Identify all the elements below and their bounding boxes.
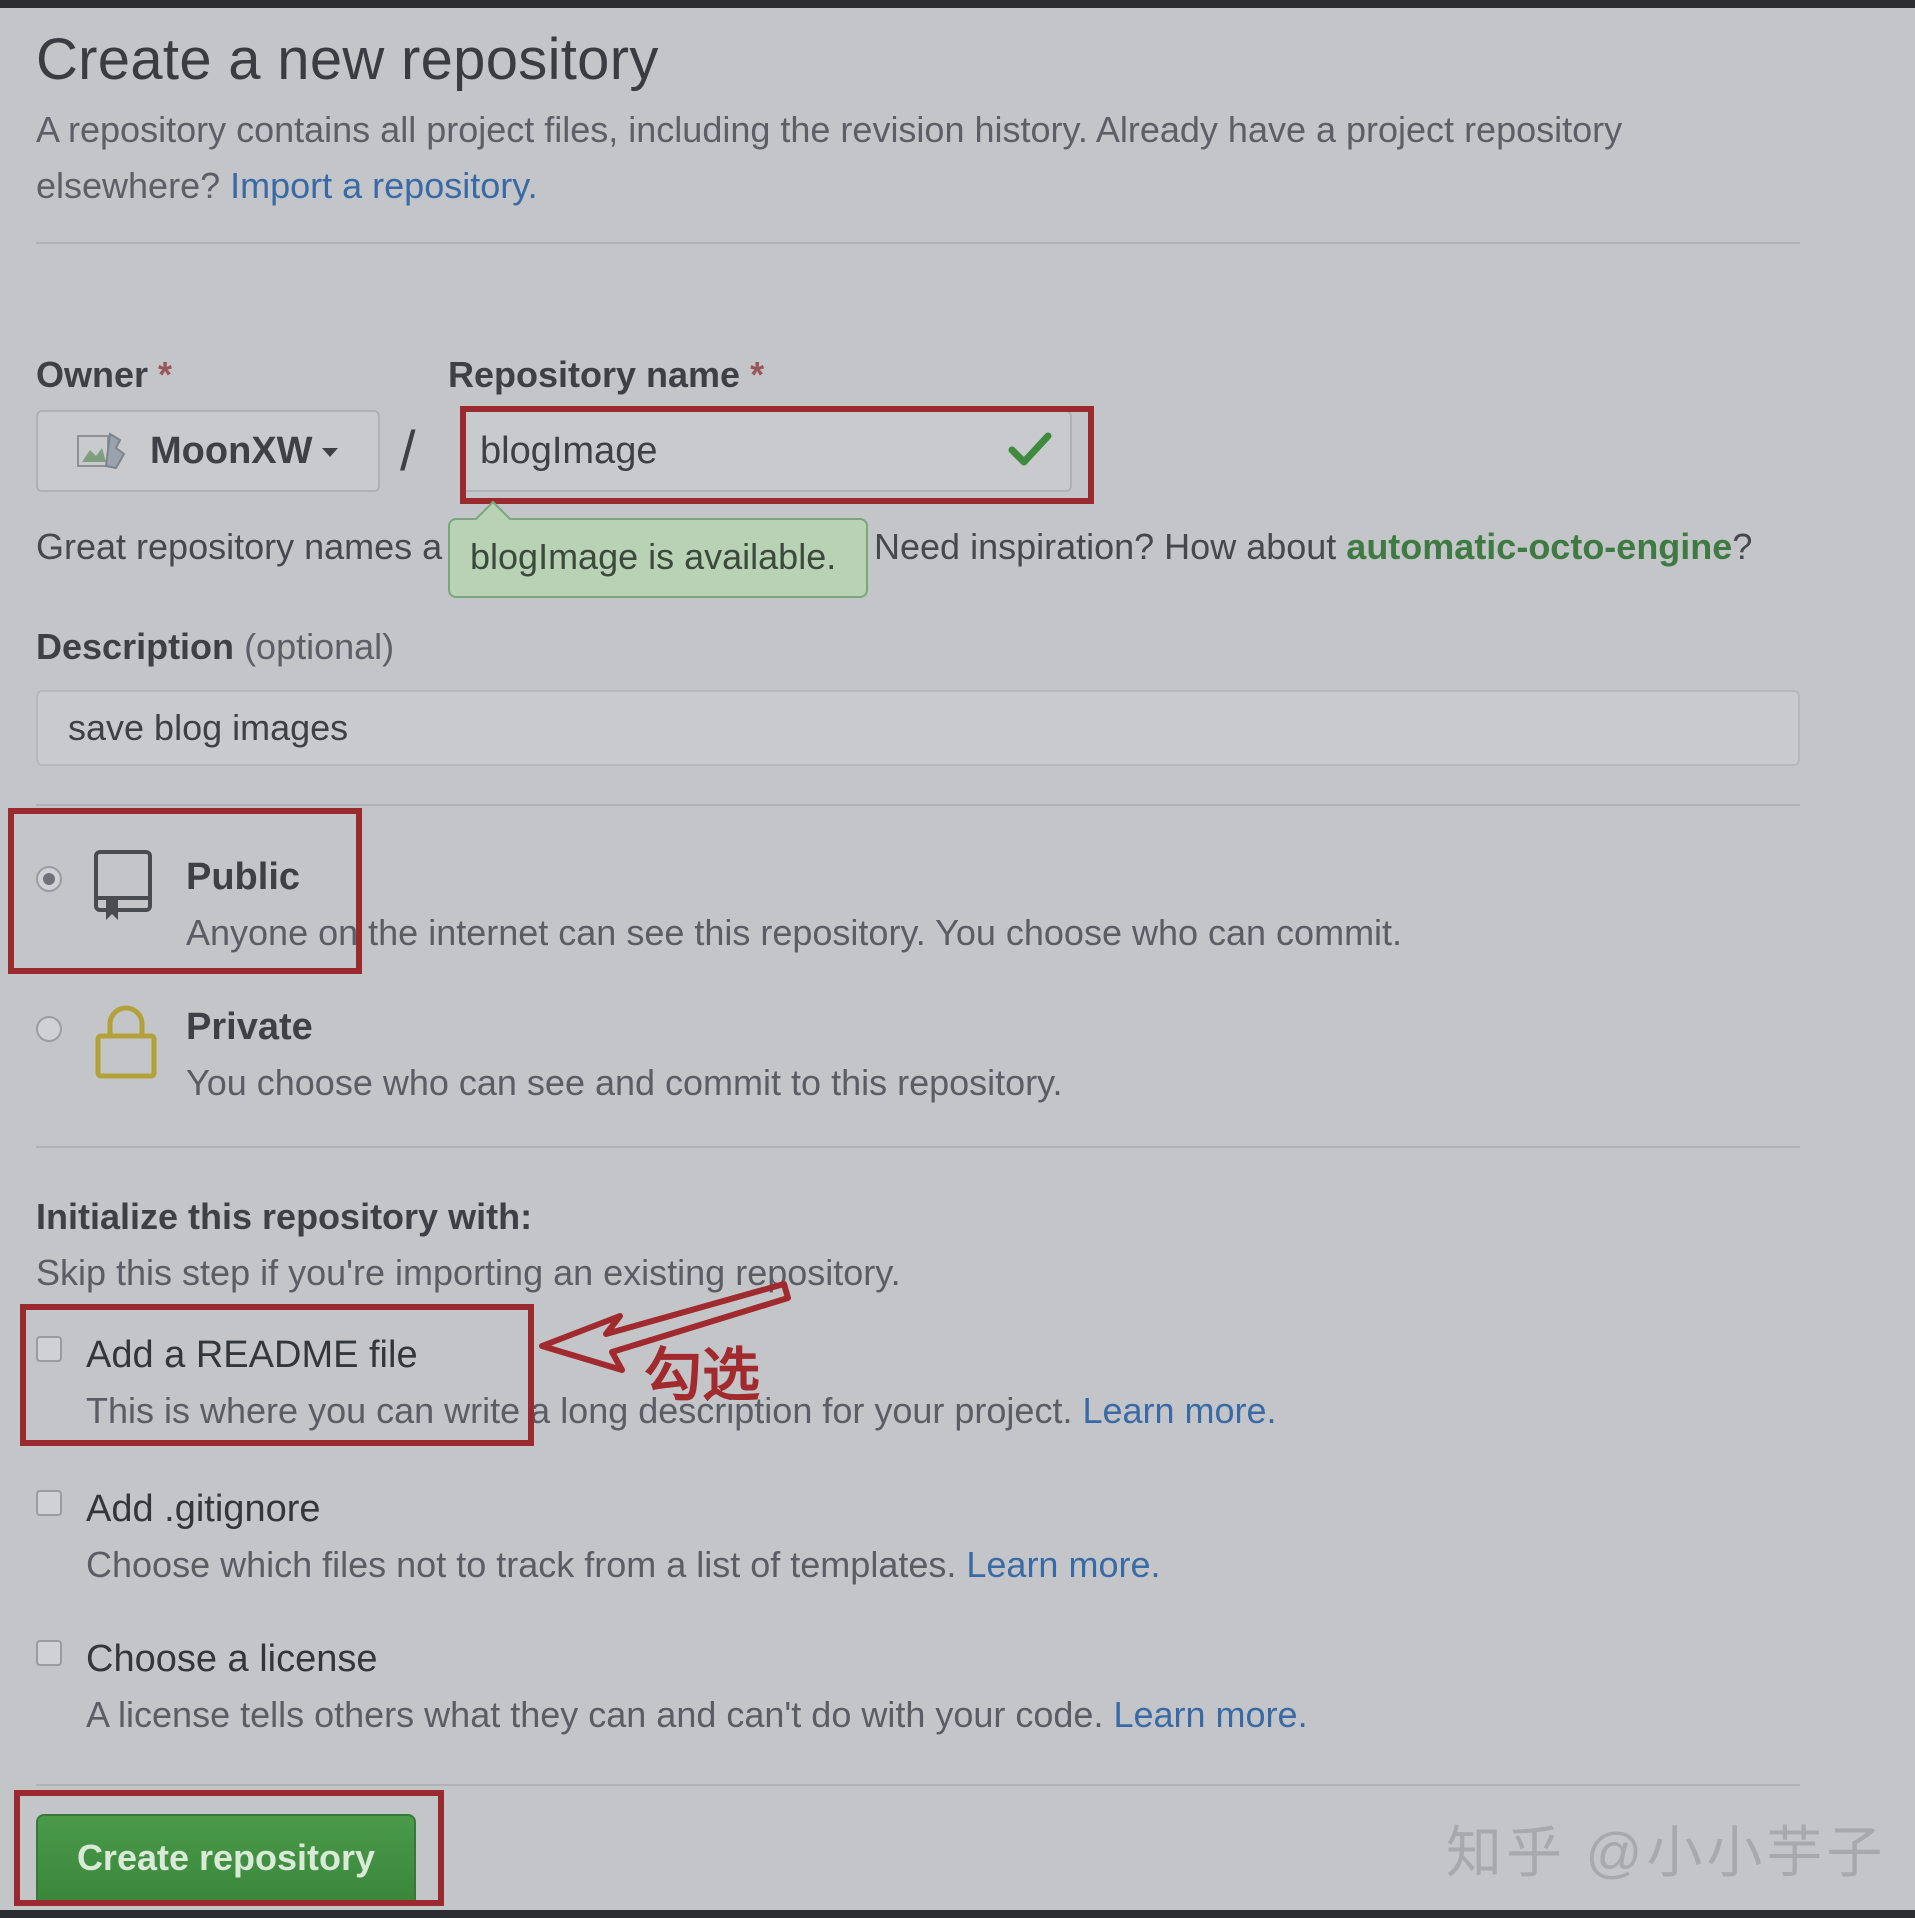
page-title: Create a new repository <box>36 27 659 92</box>
import-repository-link[interactable]: Import a repository. <box>230 165 537 206</box>
broken-image-icon <box>77 432 126 470</box>
radio-private[interactable] <box>36 1016 62 1042</box>
gitignore-desc: Choose which files not to track from a l… <box>86 1544 1160 1586</box>
divider <box>36 1784 1800 1786</box>
divider <box>36 242 1800 244</box>
highlight-box-public <box>8 808 362 974</box>
initialize-heading: Initialize this repository with: <box>36 1196 533 1237</box>
page: Create a new repository A repository con… <box>0 8 1915 1910</box>
inspiration-suffix: ? <box>1732 526 1753 567</box>
license-desc: A license tells others what they can and… <box>86 1694 1308 1736</box>
readme-learn-more-link[interactable]: Learn more. <box>1082 1390 1276 1431</box>
description-optional: (optional) <box>244 626 395 667</box>
checkbox-license[interactable] <box>36 1640 62 1666</box>
divider <box>36 804 1800 806</box>
watermark: 知乎 @小小芋子 <box>1446 1821 1887 1884</box>
description-label-text: Description <box>36 626 235 667</box>
inspiration-text: Need inspiration? How about <box>874 526 1347 567</box>
license-title: Choose a license <box>86 1638 378 1680</box>
owner-label: Owner * <box>36 354 172 396</box>
gitignore-desc-text: Choose which files not to track from a l… <box>86 1544 967 1585</box>
repo-name-hint-suggestion: Need inspiration? How about automatic-oc… <box>874 526 1752 568</box>
divider <box>36 1146 1800 1148</box>
license-desc-text: A license tells others what they can and… <box>86 1694 1114 1735</box>
gitignore-title: Add .gitignore <box>86 1488 321 1530</box>
gitignore-learn-more-link[interactable]: Learn more. <box>966 1544 1160 1585</box>
highlight-box-create <box>14 1790 444 1906</box>
suggested-name-link[interactable]: automatic-octo-engine <box>1346 526 1732 567</box>
annotation-label: 勾选 <box>644 1343 761 1408</box>
description-input[interactable] <box>36 690 1800 766</box>
lead-line-1: A repository contains all project files,… <box>36 109 1623 150</box>
lead-line-2: elsewhere? Import a repository. <box>36 158 1622 214</box>
chevron-down-icon <box>322 448 338 457</box>
visibility-private-title: Private <box>186 1006 313 1048</box>
license-learn-more-link[interactable]: Learn more. <box>1113 1694 1307 1735</box>
repo-name-hint-prefix: Great repository names a <box>36 526 443 567</box>
repo-name-label: Repository name * <box>448 354 764 396</box>
lock-icon <box>95 1005 157 1079</box>
repo-name-label-text: Repository name <box>448 354 741 395</box>
visibility-private-desc: You choose who can see and commit to thi… <box>186 1062 1063 1103</box>
owner-name: MoonXW <box>150 430 313 472</box>
page-lead: A repository contains all project files,… <box>36 102 1622 214</box>
required-mark: * <box>158 354 173 395</box>
highlight-box-readme <box>20 1304 534 1446</box>
lead-line-2-prefix: elsewhere? <box>36 165 231 206</box>
description-label: Description (optional) <box>36 626 394 668</box>
visibility-public-desc: Anyone on the internet can see this repo… <box>186 912 1403 953</box>
highlight-box-repo-name <box>460 406 1094 504</box>
owner-label-text: Owner <box>36 354 149 395</box>
checkbox-gitignore[interactable] <box>36 1490 62 1516</box>
owner-select[interactable]: MoonXW <box>36 410 380 492</box>
required-mark: * <box>750 354 765 395</box>
availability-tooltip: blogImage is available. <box>448 518 868 598</box>
owner-repo-separator: / <box>400 419 416 482</box>
